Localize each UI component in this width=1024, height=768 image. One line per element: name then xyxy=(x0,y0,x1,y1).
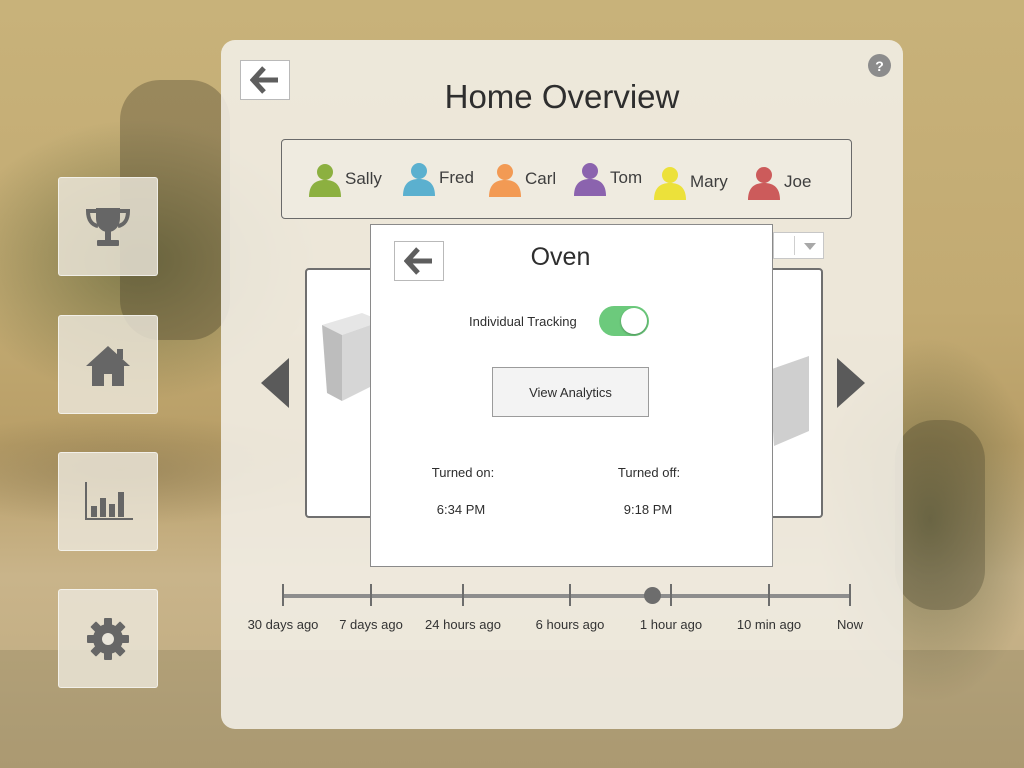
user-2[interactable]: Carl xyxy=(488,161,556,197)
timeline-tick[interactable] xyxy=(282,584,284,606)
timeline-tick[interactable] xyxy=(768,584,770,606)
timeline-handle[interactable] xyxy=(644,587,661,604)
timeline-label[interactable]: Now xyxy=(837,617,863,632)
timeline-label[interactable]: 30 days ago xyxy=(248,617,319,632)
timeline-label[interactable]: 24 hours ago xyxy=(425,617,501,632)
user-name: Carl xyxy=(525,169,557,188)
page-title: Home Overview xyxy=(444,78,680,115)
nav-trophy-button[interactable] xyxy=(58,177,158,276)
user-name: Mary xyxy=(690,172,728,191)
user-name: Joe xyxy=(784,172,812,191)
previous-device-arrow[interactable] xyxy=(261,358,291,408)
device-dropdown[interactable] xyxy=(773,232,824,259)
timeline-label[interactable]: 1 hour ago xyxy=(640,617,702,632)
timeline-track[interactable] xyxy=(283,594,851,598)
toggle-knob xyxy=(621,308,647,334)
nav-analytics-button[interactable] xyxy=(58,452,158,551)
home-icon xyxy=(86,345,130,386)
help-button[interactable]: ? xyxy=(868,54,891,77)
timeline-tick[interactable] xyxy=(670,584,672,606)
turned-off-label: Turned off: xyxy=(617,465,681,480)
person-icon xyxy=(309,164,341,197)
timeline-label[interactable]: 7 days ago xyxy=(339,617,403,632)
timeline-tick[interactable] xyxy=(569,584,571,606)
timeline-tick[interactable] xyxy=(370,584,372,606)
user-5[interactable]: Joe xyxy=(747,164,811,200)
caret-down-icon xyxy=(804,243,816,250)
gear-icon xyxy=(87,617,129,660)
tracking-label: Individual Tracking xyxy=(469,314,577,329)
timeline-label[interactable]: 6 hours ago xyxy=(536,617,605,632)
timeline-tick[interactable] xyxy=(849,584,851,606)
trophy-icon xyxy=(85,207,131,246)
user-name: Tom xyxy=(610,168,643,187)
turned-on-label: Turned on: xyxy=(431,465,495,480)
next-device-arrow[interactable] xyxy=(835,358,865,408)
person-icon xyxy=(403,163,435,196)
tracking-toggle[interactable] xyxy=(599,306,649,336)
user-name: Fred xyxy=(439,168,474,187)
view-analytics-button[interactable]: View Analytics xyxy=(492,367,649,417)
user-4[interactable]: Mary xyxy=(653,164,728,200)
person-icon xyxy=(574,163,606,196)
background-tree xyxy=(895,420,985,610)
modal-title: Oven xyxy=(530,243,591,271)
person-icon xyxy=(654,167,686,200)
turned-off-value: 9:18 PM xyxy=(623,502,673,517)
timeline-label[interactable]: 10 min ago xyxy=(737,617,801,632)
nav-home-button[interactable] xyxy=(58,315,158,414)
user-0[interactable]: Sally xyxy=(308,161,382,197)
person-icon xyxy=(748,167,780,200)
user-name: Sally xyxy=(345,169,382,188)
nav-settings-button[interactable] xyxy=(58,589,158,688)
user-3[interactable]: Tom xyxy=(573,160,642,196)
timeline-tick[interactable] xyxy=(462,584,464,606)
turned-on-value: 6:34 PM xyxy=(436,502,486,517)
user-1[interactable]: Fred xyxy=(402,160,474,196)
person-icon xyxy=(489,164,521,197)
bar-chart-icon xyxy=(85,481,133,520)
